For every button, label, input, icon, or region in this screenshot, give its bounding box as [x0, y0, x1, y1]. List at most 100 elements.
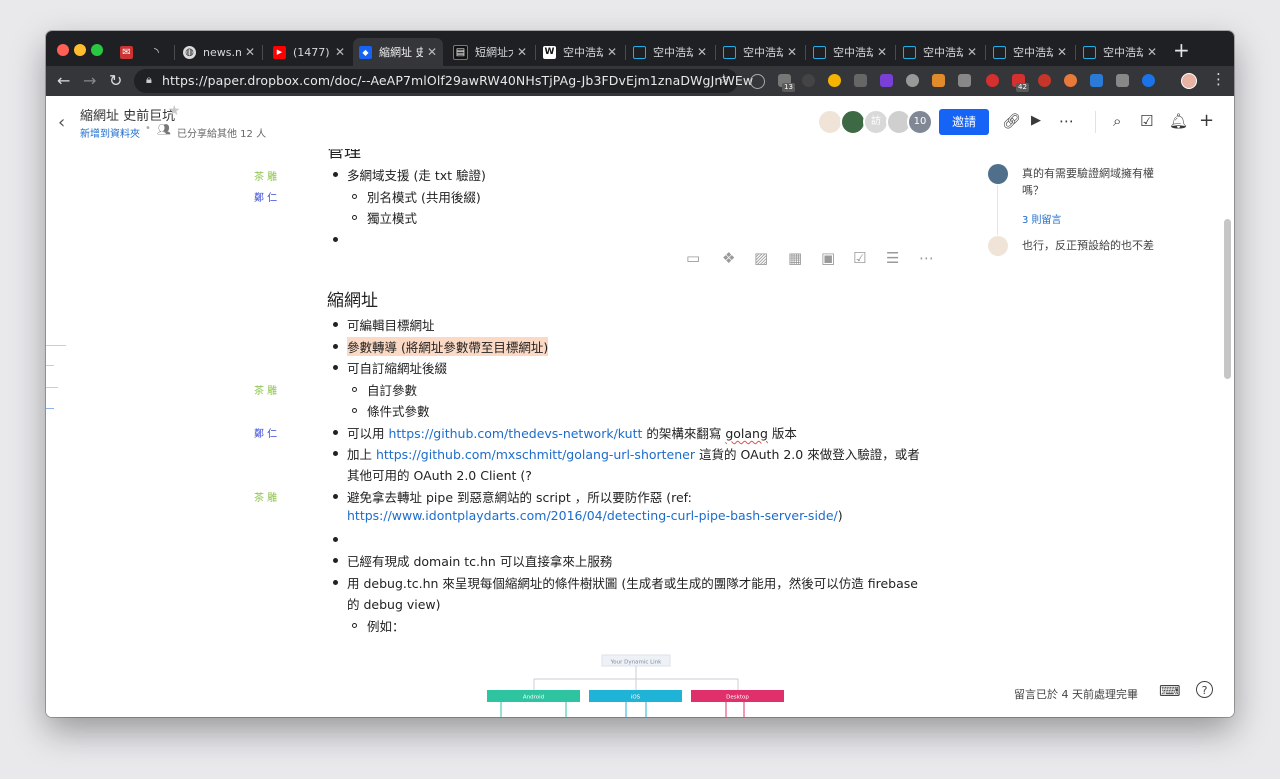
back-chevron-icon[interactable]: ‹ — [58, 112, 65, 133]
extension-c-icon[interactable] — [854, 74, 867, 87]
list-item-continuation[interactable]: 其他可用的 OAuth 2.0 Client (? — [347, 465, 532, 484]
tab-youtube[interactable]: ▶ (1477) 和 ✕ — [267, 38, 351, 66]
close-tab-icon[interactable]: ✕ — [697, 45, 707, 59]
list-item[interactable]: 例如： — [367, 616, 405, 635]
comment-count-link[interactable]: 3 則留言 — [1022, 211, 1062, 226]
list-item[interactable]: 用 debug.tc.hn 來呈現每個縮網址的條件樹狀圖 (生成者或生成的團隊才… — [347, 573, 918, 592]
more-options-icon[interactable]: ⋯ — [1059, 111, 1074, 131]
keyboard-shortcuts-icon[interactable]: ⌨ — [1159, 682, 1181, 700]
address-bar[interactable]: 🔒︎ https://paper.dropbox.com/doc/--AeAP7… — [134, 69, 753, 93]
extension-moon-icon[interactable] — [906, 74, 919, 87]
extension-rocket-icon[interactable] — [932, 74, 945, 87]
present-icon[interactable]: ▶︎ — [1031, 111, 1041, 131]
more-insert-icon[interactable]: ⋯ — [919, 249, 934, 267]
list-item[interactable]: 可自訂縮網址後綴 — [347, 358, 447, 377]
close-tab-icon[interactable]: ✕ — [245, 45, 255, 59]
kutt-link[interactable]: https://github.com/thedevs-network/kutt — [388, 426, 642, 441]
bell-icon[interactable]: 🔔︎ — [1169, 111, 1188, 131]
comment-text-continuation[interactable]: 嗎？ — [1022, 182, 1044, 199]
link-icon[interactable]: 🔗︎ — [1002, 111, 1021, 131]
close-window-button[interactable] — [57, 44, 69, 56]
tab-bilibili-3[interactable]: 空中浩劫 ✕ — [807, 38, 893, 66]
extension-tomato-icon[interactable] — [1038, 74, 1051, 87]
plus-icon[interactable]: + — [1199, 111, 1214, 131]
tab-bilibili-5[interactable]: 空中浩劫 ✕ — [987, 38, 1073, 66]
reload-icon[interactable]: ↻ — [109, 71, 122, 91]
invite-button[interactable]: 邀請 — [939, 109, 989, 135]
close-tab-icon[interactable]: ✕ — [787, 45, 797, 59]
scrollbar-thumb[interactable] — [1224, 219, 1231, 379]
share-status[interactable]: 已分享給其他 12 人 — [177, 125, 266, 140]
list-item-continuation[interactable]: https://www.idontplaydarts.com/2016/04/d… — [347, 508, 843, 523]
tab-bilibili-4[interactable]: 空中浩劫 ✕ — [897, 38, 983, 66]
browser-menu-icon[interactable]: ⋮ — [1211, 70, 1226, 88]
avatar-overflow-count[interactable]: 10 — [907, 109, 933, 135]
bookmark-star-icon[interactable]: ☆ — [717, 72, 730, 88]
tab-bilibili-1[interactable]: 空中浩劫 ✕ — [627, 38, 713, 66]
calendar-icon[interactable]: ▣ — [821, 249, 835, 267]
back-arrow-icon[interactable]: ← — [57, 71, 70, 91]
extension-blue-icon[interactable] — [1090, 74, 1103, 87]
list-item[interactable]: 避免拿去轉址 pipe 到惡意網站的 script ，所以要防作惡 (ref: — [347, 487, 692, 506]
tab-wikipedia[interactable]: W 空中浩劫 ✕ — [537, 38, 623, 66]
forward-arrow-icon[interactable]: → — [83, 71, 96, 91]
close-tab-icon[interactable]: ✕ — [1057, 45, 1067, 59]
golang-url-shortener-link[interactable]: https://github.com/mxschmitt/golang-url-… — [376, 447, 695, 462]
list-icon[interactable]: ☰ — [886, 249, 899, 267]
highlighted-list-item[interactable]: 參數轉導 (將網址參數帶至目標網址) — [347, 337, 549, 356]
close-tab-icon[interactable]: ✕ — [877, 45, 887, 59]
tab-news[interactable]: ◍ news.m ✕ — [177, 38, 261, 66]
extension-adblock-icon[interactable] — [986, 74, 999, 87]
comment-avatar[interactable] — [988, 236, 1008, 256]
list-item[interactable]: 可以用 https://github.com/thedevs-network/k… — [347, 423, 797, 442]
extension-drive-icon[interactable] — [958, 74, 971, 87]
list-item[interactable]: 可編輯目標網址 — [347, 315, 435, 334]
idontplaydarts-link[interactable]: https://www.idontplaydarts.com/2016/04/d… — [347, 508, 838, 523]
add-to-folder-link[interactable]: 新增到資料夾 — [80, 125, 140, 140]
tab-loading[interactable]: ◝ — [144, 38, 174, 66]
profile-avatar[interactable] — [1181, 73, 1197, 89]
list-item[interactable]: 獨立模式 — [367, 208, 417, 227]
dynamic-link-diagram[interactable]: Your Dynamic Link Android iOS Desktop — [476, 649, 836, 717]
list-item[interactable]: 加上 https://github.com/mxschmitt/golang-u… — [347, 444, 920, 463]
image-icon[interactable]: ▨ — [754, 249, 768, 267]
help-icon[interactable]: ? — [1196, 681, 1213, 698]
list-item-continuation[interactable]: 的 debug view) — [347, 594, 441, 613]
tab-dropbox-paper[interactable]: ◆ 縮網址 史 ✕ — [353, 38, 443, 66]
zoom-window-button[interactable] — [91, 44, 103, 56]
tab-bilibili-6[interactable]: 空中浩劫 ✕ — [1077, 38, 1163, 66]
checkbox-icon[interactable]: ☑ — [853, 249, 866, 267]
close-tab-icon[interactable]: ✕ — [335, 45, 345, 59]
extension-broadcast-icon[interactable] — [802, 74, 815, 87]
extension-orange-icon[interactable] — [1064, 74, 1077, 87]
minimize-window-button[interactable] — [74, 44, 86, 56]
comment-avatar[interactable] — [988, 164, 1008, 184]
list-item[interactable]: 別名模式 (共用後綴) — [367, 187, 481, 206]
close-tab-icon[interactable]: ✕ — [1147, 45, 1157, 59]
checklist-icon[interactable]: ☑ — [1140, 111, 1153, 131]
list-item[interactable]: 已經有現成 domain tc.hn 可以直接拿來上服務 — [347, 551, 612, 570]
list-item[interactable]: 自訂參數 — [367, 380, 417, 399]
list-item[interactable]: 多網域支援 (走 txt 驗證) — [347, 165, 486, 184]
new-tab-button[interactable]: + — [1173, 40, 1190, 60]
close-tab-icon[interactable]: ✕ — [427, 45, 437, 59]
extension-chat-icon[interactable] — [1116, 74, 1129, 87]
close-tab-icon[interactable]: ✕ — [607, 45, 617, 59]
list-item[interactable]: 條件式參數 — [367, 401, 430, 420]
close-tab-icon[interactable]: ✕ — [517, 45, 527, 59]
extension-info-icon[interactable] — [750, 74, 765, 89]
favorite-star-icon[interactable]: ★ — [168, 103, 181, 119]
close-tab-icon[interactable]: ✕ — [967, 45, 977, 59]
search-icon[interactable]: ⌕ — [1113, 111, 1121, 131]
comment-text[interactable]: 也行，反正預設給的也不差 — [1022, 237, 1154, 254]
tab-bilibili-2[interactable]: 空中浩劫 ✕ — [717, 38, 803, 66]
tab-gmail[interactable]: ✉ — [114, 38, 144, 66]
add-media-icon[interactable]: ▭ — [686, 249, 700, 267]
table-icon[interactable]: ▦ — [788, 249, 802, 267]
dropbox-icon[interactable]: ❖ — [722, 249, 735, 267]
comment-text[interactable]: 真的有需要驗證網域擁有權 — [1022, 165, 1154, 182]
extension-play-icon[interactable] — [1142, 74, 1155, 87]
extension-slash-icon[interactable] — [880, 74, 893, 87]
doc-title[interactable]: 縮網址 史前巨坑 — [80, 105, 175, 124]
tab-doc[interactable]: ▤ 短網址大 ✕ — [447, 38, 533, 66]
